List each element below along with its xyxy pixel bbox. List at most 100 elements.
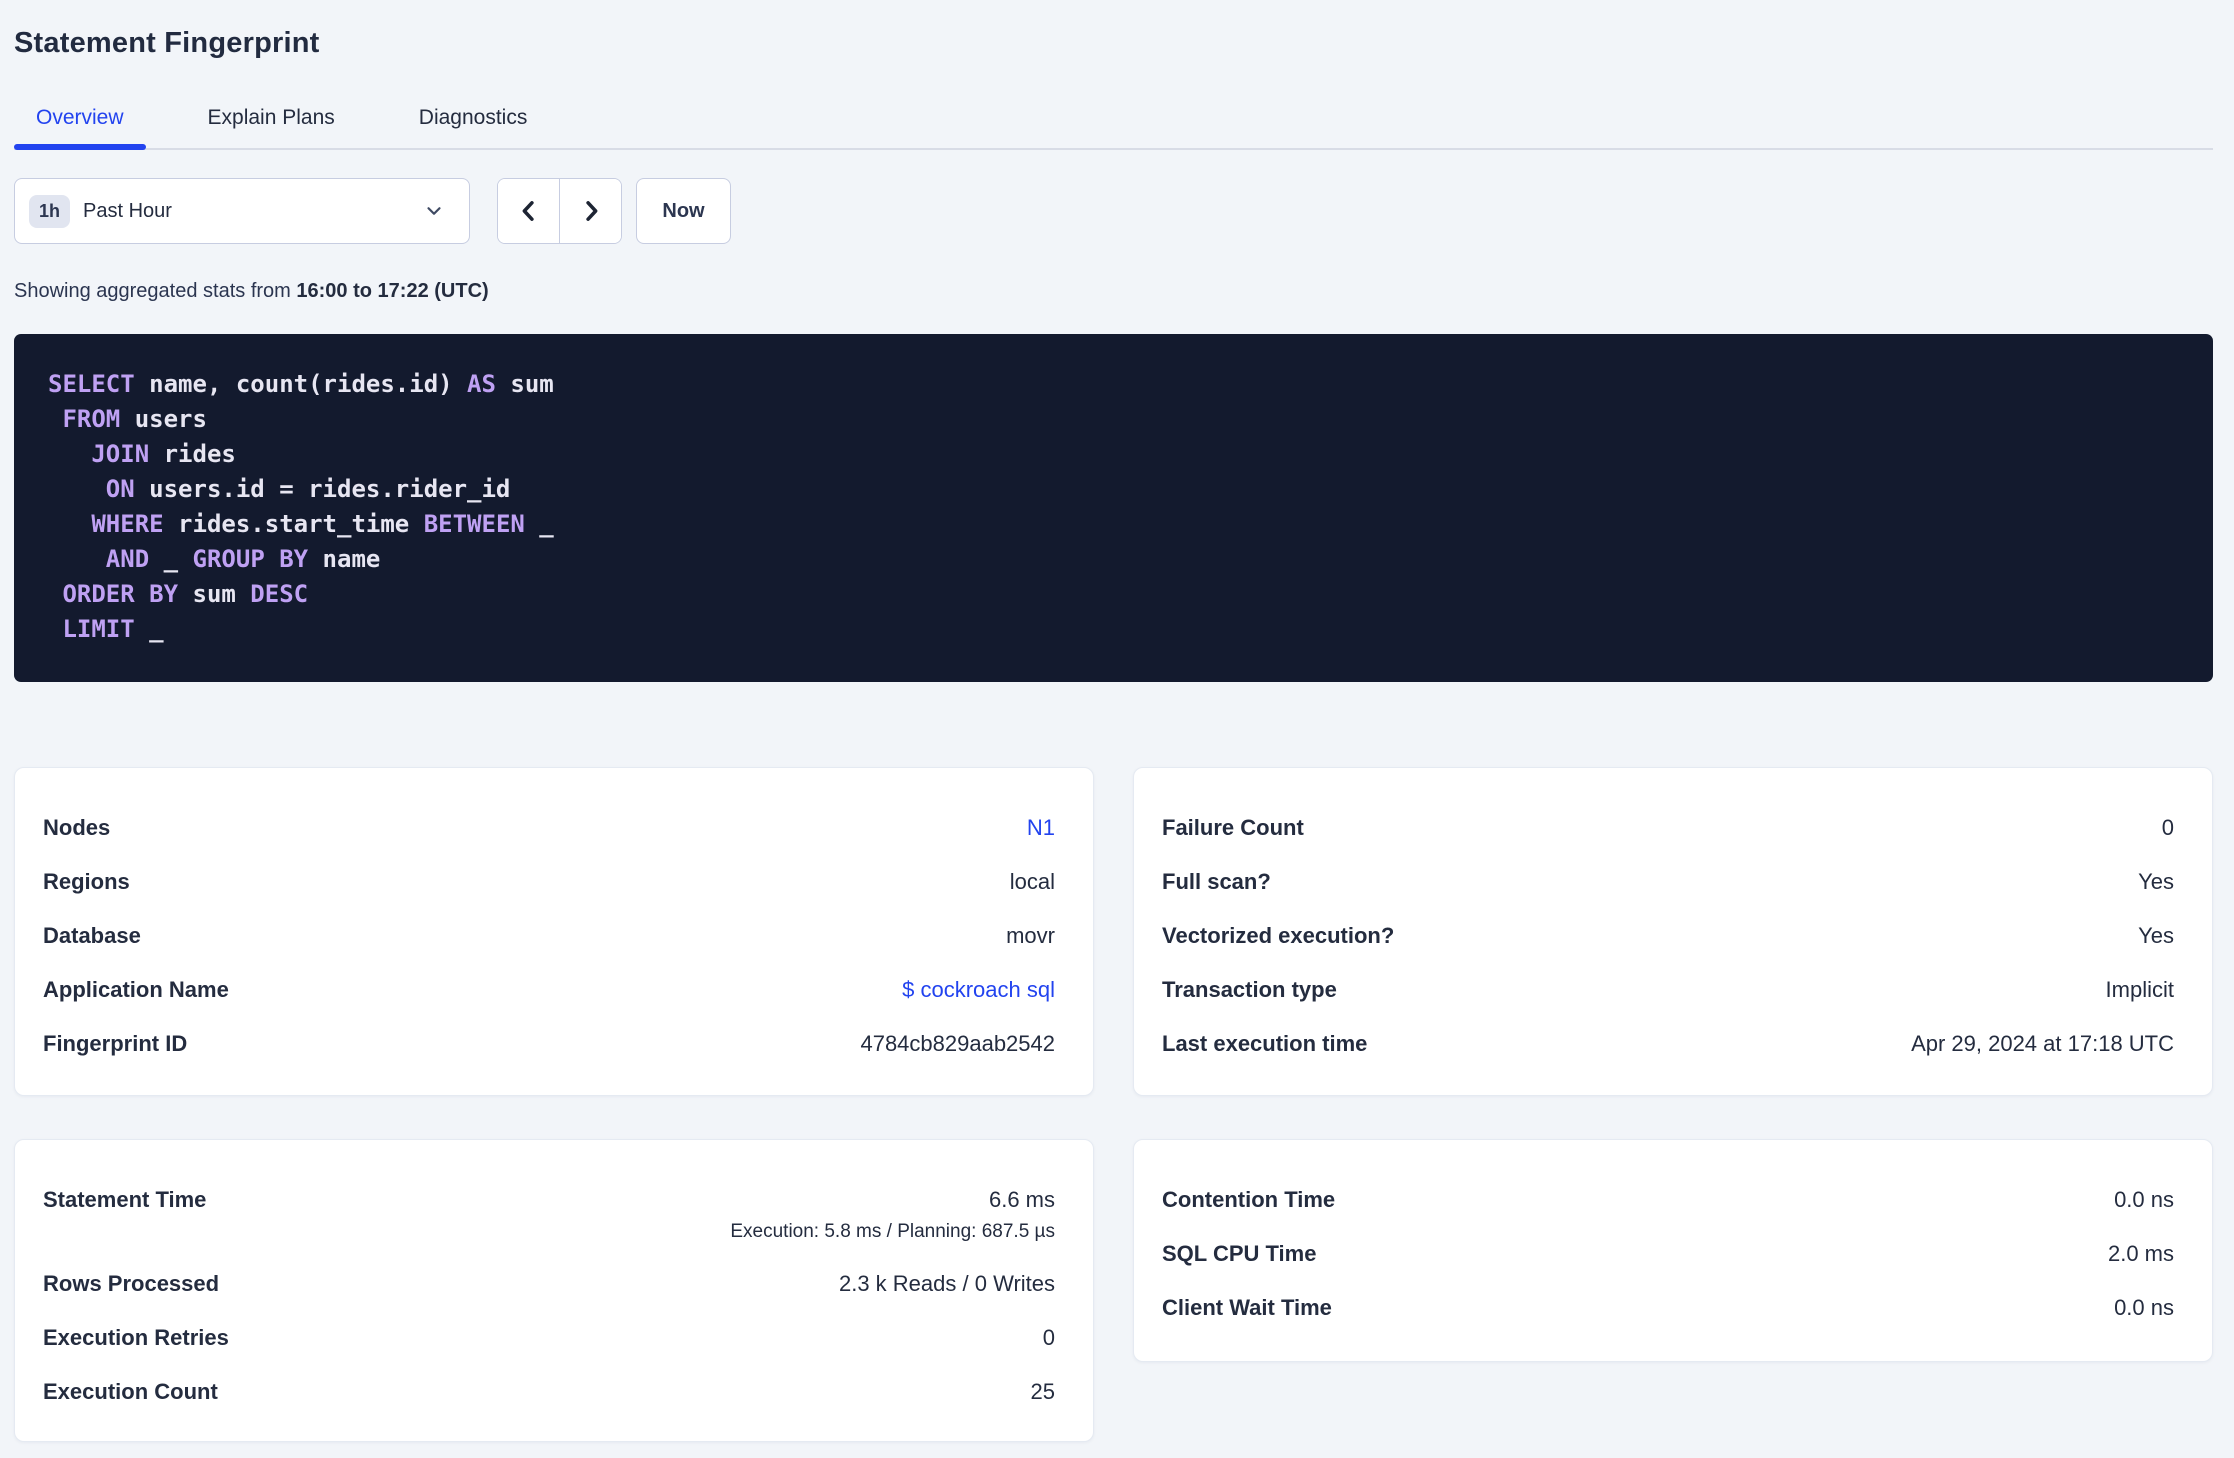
stat-row: Statement Time 6.6 ms Execution: 5.8 ms …	[43, 1187, 1055, 1243]
sql-statement-box: SELECT name, count(rides.id) AS sum FROM…	[14, 334, 2213, 682]
tab-bar: Overview Explain Plans Diagnostics	[14, 90, 2213, 150]
stat-value-transaction-type: Implicit	[2105, 977, 2174, 1002]
stat-row: Contention Time 0.0 ns	[1162, 1187, 2174, 1213]
stat-row: Application Name $ cockroach sql	[43, 977, 1055, 1003]
tab-diagnostics[interactable]: Diagnostics	[397, 90, 550, 148]
page-title: Statement Fingerprint	[14, 27, 320, 59]
sql-line: ORDER BY sum DESC	[48, 577, 2179, 612]
sql-line: JOIN rides	[48, 437, 2179, 472]
chevron-left-icon	[515, 197, 543, 225]
stat-subvalue-statement-time: Execution: 5.8 ms / Planning: 687.5 µs	[730, 1221, 1055, 1242]
stat-value-database: movr	[1006, 923, 1055, 948]
sql-token: name, count(rides.id)	[134, 370, 468, 398]
stat-label-statement-time: Statement Time	[43, 1187, 207, 1212]
sql-token: ORDER BY	[62, 580, 179, 608]
stat-value-fingerprint-id: 4784cb829aab2542	[860, 1031, 1055, 1056]
sql-token: sum	[178, 580, 251, 608]
sql-token: GROUP BY	[192, 545, 309, 573]
sql-line: SELECT name, count(rides.id) AS sum	[48, 367, 2179, 402]
stat-label-client-wait-time: Client Wait Time	[1162, 1295, 1332, 1320]
interval-stepper	[497, 178, 622, 244]
sql-token: ON	[105, 475, 135, 503]
now-button[interactable]: Now	[636, 178, 731, 244]
stat-label-nodes: Nodes	[43, 815, 111, 840]
stat-value-client-wait-time: 0.0 ns	[2114, 1295, 2174, 1320]
sql-token: users	[120, 405, 207, 433]
sql-token: name	[308, 545, 381, 573]
stat-label-full-scan: Full scan?	[1162, 869, 1271, 894]
stat-row: Full scan? Yes	[1162, 869, 2174, 895]
stat-row: Transaction type Implicit	[1162, 977, 2174, 1003]
stat-label-fingerprint-id: Fingerprint ID	[43, 1031, 188, 1056]
sql-token: _	[134, 615, 164, 643]
chevron-down-icon	[423, 200, 445, 222]
active-tab-indicator	[14, 144, 146, 150]
stat-value-rows-processed: 2.3 k Reads / 0 Writes	[838, 1271, 1055, 1296]
stat-value-statement-time: 6.6 ms	[988, 1187, 1055, 1212]
aggregated-stats-prefix: Showing aggregated stats from	[14, 280, 297, 302]
sql-token: _	[149, 545, 193, 573]
sql-token: FROM	[62, 405, 121, 433]
stat-value-execution-retries: 0	[1042, 1325, 1055, 1350]
sql-token: _	[524, 510, 554, 538]
time-range-label: Past Hour	[83, 199, 172, 222]
stat-value-contention-time: 0.0 ns	[2114, 1187, 2174, 1212]
sql-line: WHERE rides.start_time BETWEEN _	[48, 507, 2179, 542]
stat-label-contention-time: Contention Time	[1162, 1187, 1336, 1212]
stat-row: SQL CPU Time 2.0 ms	[1162, 1241, 2174, 1267]
chevron-right-icon	[577, 197, 605, 225]
stat-label-application-name: Application Name	[43, 977, 229, 1002]
sql-token: LIMIT	[62, 615, 135, 643]
time-range-dropdown[interactable]: 1h Past Hour	[14, 178, 470, 244]
statement-fingerprint-page: Statement Fingerprint Overview Explain P…	[0, 0, 2234, 1442]
tab-overview-label: Overview	[36, 106, 124, 129]
stat-row: Failure Count 0	[1162, 815, 2174, 841]
sql-token: JOIN	[91, 440, 150, 468]
stat-row: Rows Processed 2.3 k Reads / 0 Writes	[43, 1271, 1055, 1297]
tab-explain-plans-label: Explain Plans	[207, 106, 335, 129]
tab-diagnostics-label: Diagnostics	[418, 106, 528, 129]
stat-value-vectorized-execution: Yes	[2138, 923, 2174, 948]
stat-row: Client Wait Time 0.0 ns	[1162, 1295, 2174, 1321]
summary-cards-row-2: Statement Time 6.6 ms Execution: 5.8 ms …	[14, 1139, 2213, 1442]
stat-label-execution-retries: Execution Retries	[43, 1325, 229, 1350]
stat-label-transaction-type: Transaction type	[1162, 977, 1337, 1002]
stat-row: Execution Retries 0	[43, 1325, 1055, 1351]
sql-line: LIMIT _	[48, 612, 2179, 647]
sql-token: sum	[495, 370, 554, 398]
stat-row: Nodes N1	[43, 815, 1055, 841]
stat-row: Execution Count 25	[43, 1379, 1055, 1405]
stat-value-group: 6.6 ms Execution: 5.8 ms / Planning: 687…	[730, 1187, 1055, 1243]
aggregated-stats-text: Showing aggregated stats from 16:00 to 1…	[14, 280, 2213, 303]
aggregated-stats-range: 16:00 to 17:22 (UTC)	[296, 280, 489, 302]
sql-token: SELECT	[48, 370, 135, 398]
application-name-link[interactable]: $ cockroach sql	[902, 977, 1055, 1003]
stat-label-rows-processed: Rows Processed	[43, 1271, 220, 1296]
sql-token: DESC	[250, 580, 309, 608]
sql-token: AND	[105, 545, 150, 573]
stat-row: Database movr	[43, 923, 1055, 949]
card-statement-statistics: Statement Time 6.6 ms Execution: 5.8 ms …	[14, 1139, 1094, 1442]
stat-label-vectorized-execution: Vectorized execution?	[1162, 923, 1395, 948]
nodes-link[interactable]: N1	[1027, 815, 1055, 841]
stat-label-database: Database	[43, 923, 141, 948]
card-timing-statistics: Contention Time 0.0 ns SQL CPU Time 2.0 …	[1133, 1139, 2213, 1362]
sql-token: users.id = rides.rider_id	[134, 475, 511, 503]
sql-token: BETWEEN	[423, 510, 525, 538]
prev-interval-button[interactable]	[498, 179, 560, 243]
stat-value-regions: local	[1009, 869, 1055, 894]
stat-value-last-execution-time: Apr 29, 2024 at 17:18 UTC	[1911, 1031, 2174, 1056]
tab-explain-plans[interactable]: Explain Plans	[186, 90, 357, 148]
stat-value-sql-cpu-time: 2.0 ms	[2107, 1241, 2174, 1266]
next-interval-button[interactable]	[560, 179, 621, 243]
tab-overview[interactable]: Overview	[14, 90, 146, 150]
stat-row: Fingerprint ID 4784cb829aab2542	[43, 1031, 1055, 1057]
stat-row: Regions local	[43, 869, 1055, 895]
sql-token: AS	[467, 370, 496, 398]
sql-line: ON users.id = rides.rider_id	[48, 472, 2179, 507]
